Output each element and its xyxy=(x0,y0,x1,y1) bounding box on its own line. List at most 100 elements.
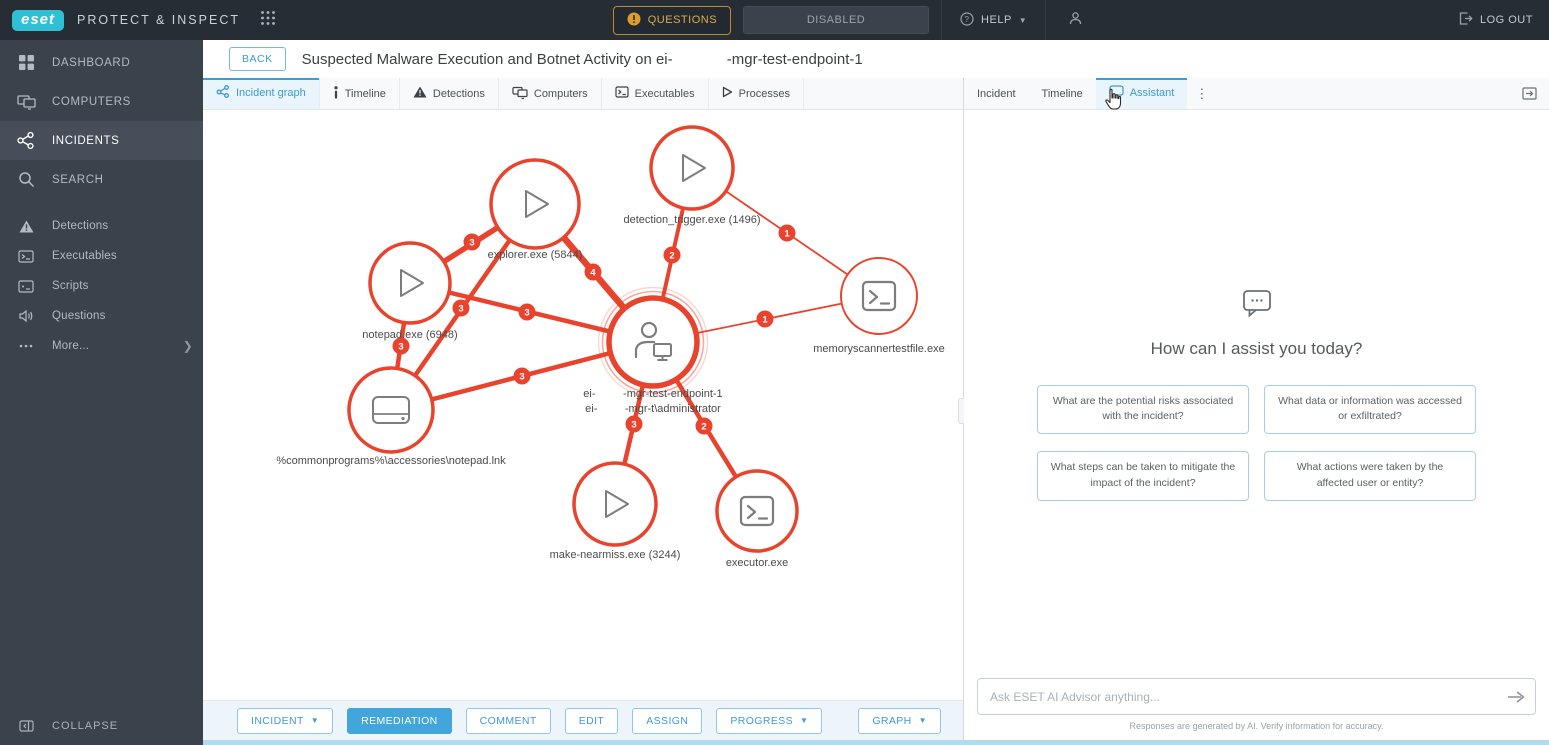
edge-count-badge[interactable]: 3 xyxy=(625,415,643,433)
graph-node-detection_trigger[interactable]: detection_trigger.exe (1496) xyxy=(624,125,761,226)
edit-button[interactable]: EDIT xyxy=(564,707,619,734)
tab-label: Executables xyxy=(634,87,695,100)
user-menu-button[interactable] xyxy=(1046,0,1105,40)
sidebar-item-label: INCIDENTS xyxy=(52,134,120,147)
graph-dropdown-button[interactable]: GRAPH ▼ xyxy=(858,707,941,734)
incident-dropdown-button[interactable]: INCIDENT ▼ xyxy=(237,707,334,734)
collapse-label: COLLAPSE xyxy=(52,720,119,732)
sidebar-item-search[interactable]: SEARCH xyxy=(0,160,203,199)
svg-text:1: 1 xyxy=(784,228,790,239)
tab-label: Detections xyxy=(432,87,485,100)
computers-icon xyxy=(0,94,52,110)
svg-text:1: 1 xyxy=(762,314,768,325)
tab-timeline[interactable]: Timeline xyxy=(320,78,400,109)
send-icon[interactable] xyxy=(1505,686,1527,708)
panel-expand-icon[interactable] xyxy=(1510,78,1549,109)
sidebar-item-label: COMPUTERS xyxy=(52,95,131,108)
graph-node-endpoint[interactable]: ei- -mgr-test-endpoint-1 ei- -mgr-t\admin… xyxy=(583,286,723,416)
warning-circle-icon xyxy=(627,12,641,29)
graph-node-label: ei- -mgr-t\administrator xyxy=(585,403,721,415)
tab-executables[interactable]: Executables xyxy=(602,78,709,109)
tab-incident-graph[interactable]: Incident graph xyxy=(203,78,320,109)
disabled-label: DISABLED xyxy=(806,14,866,26)
sidebar-item-dashboard[interactable]: DASHBOARD xyxy=(0,43,203,82)
logout-icon xyxy=(1458,11,1473,29)
sidebar-item-label: Detections xyxy=(52,220,109,232)
graph-node-label: notepad.exe (6948) xyxy=(362,329,457,341)
sidebar-item-scripts[interactable]: Scripts xyxy=(0,271,203,301)
edge-count-badge[interactable]: 3 xyxy=(392,337,410,355)
incident-graph-canvas[interactable]: detection_trigger.exe (1496) explorer.exe… xyxy=(203,110,963,700)
suggestion-card[interactable]: What actions were taken by the affected … xyxy=(1264,451,1476,501)
dashboard-icon xyxy=(0,54,52,71)
graph-node-notepad_lnk[interactable]: %commonprograms%\accessories\notepad.lnk xyxy=(276,366,506,467)
sidebar-item-computers[interactable]: COMPUTERS xyxy=(0,82,203,121)
tab-computers[interactable]: Computers xyxy=(499,78,602,109)
edge-count-badge[interactable]: 3 xyxy=(518,303,536,321)
edge-count-badge[interactable]: 3 xyxy=(463,233,481,251)
progress-dropdown-button[interactable]: PROGRESS ▼ xyxy=(716,707,823,734)
edge-count-badge[interactable]: 3 xyxy=(452,299,470,317)
suggestion-card[interactable]: What are the potential risks associated … xyxy=(1037,384,1249,434)
sidebar-item-questions[interactable]: Questions xyxy=(0,301,203,331)
back-button[interactable]: BACK xyxy=(229,47,286,71)
sidebar-nav: DASHBOARD COMPUTERS INCIDENTS SEARCH Det… xyxy=(0,40,203,745)
tab-incident[interactable]: Incident xyxy=(964,78,1029,109)
incident-graph-panel: detection_trigger.exe (1496) explorer.exe… xyxy=(203,110,963,700)
more-ellipsis-icon xyxy=(0,344,52,348)
disabled-button[interactable]: DISABLED xyxy=(743,6,930,34)
incidents-graph-icon xyxy=(0,132,52,149)
tab-timeline-right[interactable]: Timeline xyxy=(1029,78,1096,109)
help-button[interactable]: ? HELP ▼ xyxy=(942,0,1045,40)
chevron-right-icon: ❯ xyxy=(182,339,193,353)
assign-button[interactable]: ASSIGN xyxy=(632,707,703,734)
edge-count-badge[interactable]: 1 xyxy=(756,310,774,328)
remediation-button[interactable]: REMEDIATION xyxy=(347,707,452,734)
questions-button[interactable]: QUESTIONS xyxy=(612,5,732,35)
edge-count-badge[interactable]: 1 xyxy=(778,224,796,242)
edge-count-badge[interactable]: 4 xyxy=(584,263,602,281)
app-grid-icon[interactable] xyxy=(260,10,276,31)
incident-action-toolbar: INCIDENT ▼ REMEDIATION COMMENT EDIT ASSIG… xyxy=(203,700,963,740)
edge-count-badge[interactable]: 2 xyxy=(695,417,713,435)
assistant-tabs: Incident Timeline Assistant ⋮ xyxy=(964,78,1549,110)
graph-node-label: executor.exe xyxy=(726,557,788,569)
tab-detections[interactable]: Detections xyxy=(400,78,499,109)
horizontal-scrollbar[interactable] xyxy=(203,740,1549,745)
graph-node-executor[interactable]: executor.exe xyxy=(715,469,799,569)
tab-processes[interactable]: Processes xyxy=(709,78,804,109)
incident-title-bar: BACK Suspected Malware Execution and Bot… xyxy=(203,40,1549,78)
graph-node-label: %commonprograms%\accessories\notepad.lnk xyxy=(276,455,506,467)
graph-node-notepad[interactable]: notepad.exe (6948) xyxy=(362,241,458,341)
svg-text:3: 3 xyxy=(398,341,403,352)
executables-terminal-icon xyxy=(615,86,629,101)
sidebar-item-incidents[interactable]: INCIDENTS xyxy=(0,121,203,160)
sidebar-item-more[interactable]: More... ❯ xyxy=(0,331,203,361)
comment-button[interactable]: COMMENT xyxy=(465,707,551,734)
suggestion-card[interactable]: What steps can be taken to mitigate the … xyxy=(1037,451,1249,501)
timeline-info-icon xyxy=(333,85,339,102)
svg-text:3: 3 xyxy=(469,237,474,248)
svg-text:3: 3 xyxy=(519,371,524,382)
sidebar-item-detections[interactable]: Detections xyxy=(0,211,203,241)
chevron-down-icon: ▼ xyxy=(310,716,320,725)
page-title: Suspected Malware Execution and Botnet A… xyxy=(301,50,863,68)
edge-count-badge[interactable]: 3 xyxy=(513,367,531,385)
assistant-input[interactable] xyxy=(977,678,1536,715)
graph-node-label: memoryscannertestfile.exe xyxy=(813,343,944,355)
sidebar-item-executables[interactable]: Executables xyxy=(0,241,203,271)
edge-count-badge[interactable]: 2 xyxy=(663,246,681,264)
graph-node-memoryscanner[interactable]: memoryscannertestfile.exe xyxy=(813,257,945,355)
suggestion-cards: What are the potential risks associated … xyxy=(1037,384,1476,501)
kebab-menu-icon[interactable]: ⋮ xyxy=(1187,78,1216,109)
graph-node-make_nearmiss[interactable]: make-nearmiss.exe (3244) xyxy=(550,461,681,561)
computers-icon xyxy=(512,86,528,102)
user-icon xyxy=(1068,11,1083,29)
chevron-down-icon: ▼ xyxy=(1018,15,1028,25)
scripts-icon xyxy=(0,279,52,293)
tab-assistant[interactable]: Assistant xyxy=(1095,78,1188,109)
logout-button[interactable]: LOG OUT xyxy=(1442,0,1549,40)
sidebar-collapse-button[interactable]: COLLAPSE xyxy=(0,707,203,745)
suggestion-card[interactable]: What data or information was accessed or… xyxy=(1264,384,1476,434)
chevron-down-icon: ▼ xyxy=(918,716,927,725)
